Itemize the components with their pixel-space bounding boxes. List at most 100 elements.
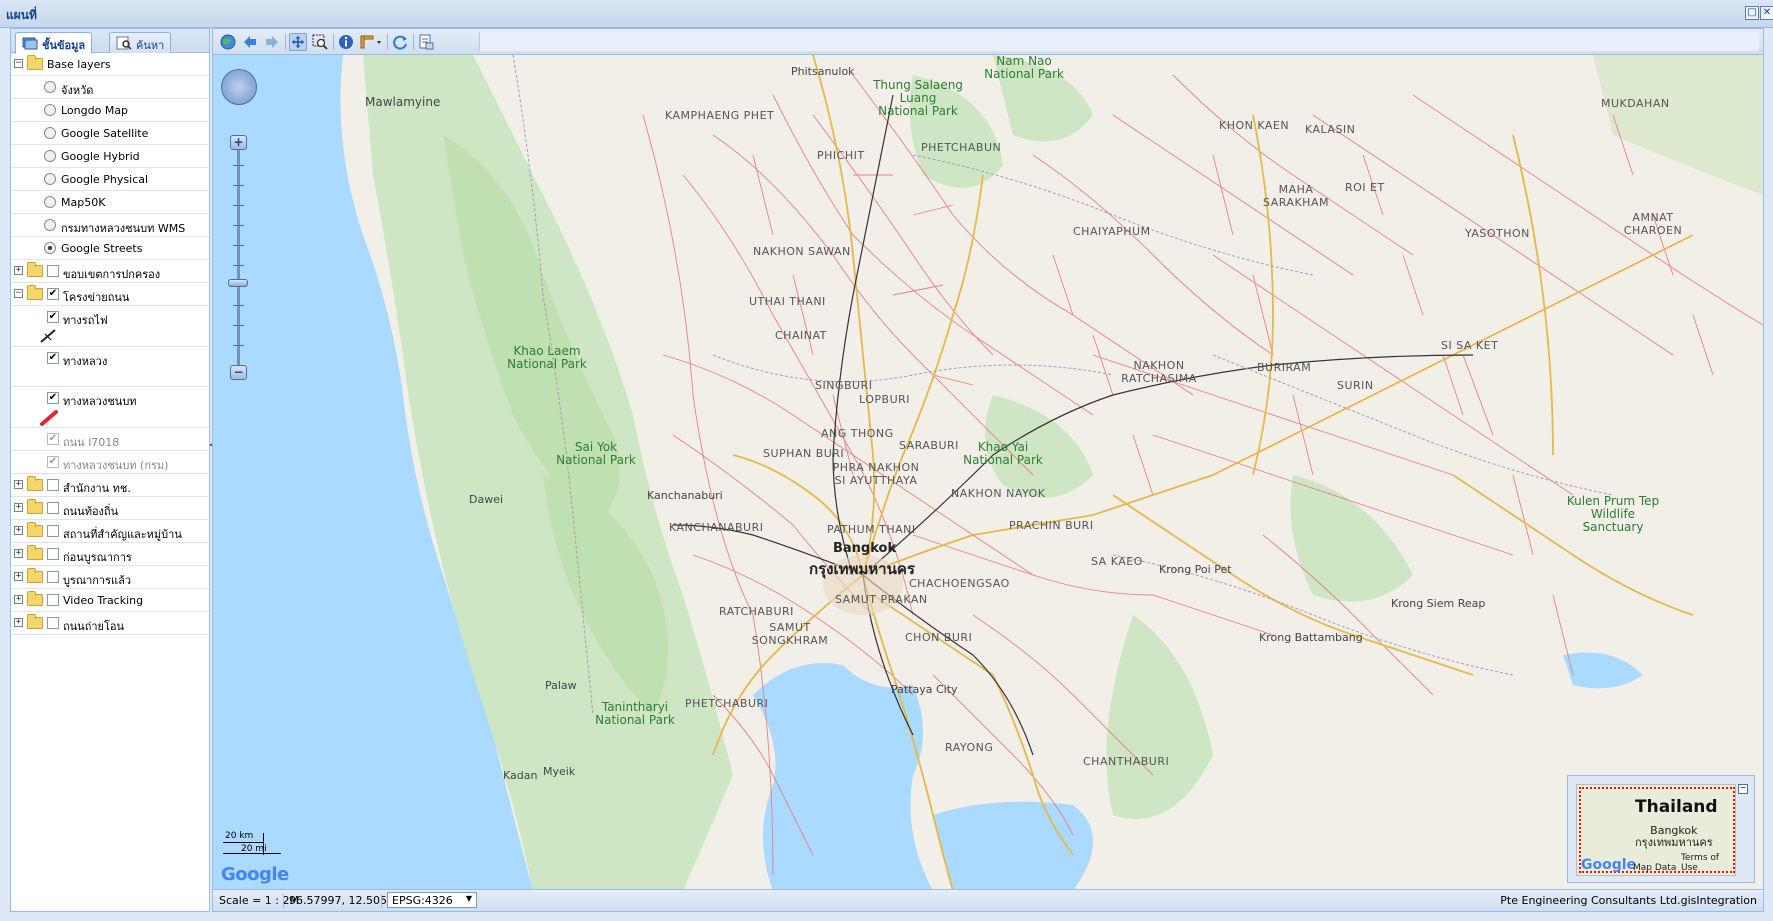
tree-node-group[interactable]: + Video Tracking bbox=[11, 589, 209, 612]
zoom-box-icon[interactable] bbox=[311, 33, 329, 51]
expand-toggle[interactable]: + bbox=[14, 618, 23, 627]
globe-icon[interactable] bbox=[219, 33, 237, 51]
base-layer-label: Longdo Map bbox=[61, 104, 129, 117]
radio-button[interactable] bbox=[44, 127, 56, 139]
radio-button[interactable] bbox=[44, 104, 56, 116]
zoom-in-button[interactable]: + bbox=[230, 135, 247, 150]
road-layer-highway[interactable]: ✔ ทางหลวง bbox=[11, 347, 209, 387]
back-arrow-icon[interactable] bbox=[241, 33, 259, 51]
radio-button[interactable] bbox=[44, 81, 56, 93]
tree-node-group[interactable]: + ถนนท้องถิ่น bbox=[11, 497, 209, 520]
layer-checkbox-checked[interactable]: ✔ bbox=[47, 288, 59, 300]
province-label: KAMPHAENG PHET bbox=[665, 109, 775, 122]
overview-minimize-button[interactable]: − bbox=[1738, 784, 1748, 794]
layer-checkbox-disabled[interactable]: ✔ bbox=[47, 456, 59, 468]
folder-icon bbox=[27, 499, 43, 514]
expand-toggle[interactable]: + bbox=[14, 480, 23, 489]
info-icon[interactable] bbox=[337, 33, 355, 51]
projection-select[interactable]: EPSG:4326 ▼ bbox=[387, 892, 477, 908]
expand-toggle[interactable]: + bbox=[14, 572, 23, 581]
road-layer-rural-dept[interactable]: ✔ ทางหลวงชนบท (กรม) bbox=[11, 451, 209, 474]
tab-layers[interactable]: ชั้นข้อมูล bbox=[15, 32, 93, 54]
map-data-link[interactable]: Map Data bbox=[1633, 863, 1676, 873]
radio-button[interactable] bbox=[44, 219, 56, 231]
layer-checkbox[interactable] bbox=[47, 548, 59, 560]
pan-icon[interactable] bbox=[289, 33, 307, 51]
road-layer-railway[interactable]: ✔ ทางรถไฟ bbox=[11, 306, 209, 347]
base-layer-item[interactable]: จังหวัด bbox=[11, 76, 209, 99]
layer-checkbox-checked[interactable]: ✔ bbox=[47, 311, 59, 323]
panel-tabs: ชั้นข้อมูล ค้นหา bbox=[11, 29, 209, 54]
print-icon[interactable] bbox=[417, 33, 435, 51]
base-layer-item-selected[interactable]: Google Streets bbox=[11, 237, 209, 260]
road-layer-l7018[interactable]: ✔ ถนน l7018 bbox=[11, 428, 209, 451]
tree-node-group[interactable]: + สถานที่สำคัญและหมู่บ้าน bbox=[11, 520, 209, 543]
layer-checkbox[interactable] bbox=[47, 265, 59, 277]
overview-map[interactable]: Thailand Bangkok กรุงเทพมหานคร Google Ma… bbox=[1567, 775, 1755, 883]
tree-node-road-network[interactable]: − ✔ โครงข่ายถนน bbox=[11, 283, 209, 306]
base-layer-item[interactable]: Google Hybrid bbox=[11, 145, 209, 168]
expand-toggle[interactable]: + bbox=[14, 549, 23, 558]
tree-node-label: Video Tracking bbox=[63, 594, 144, 607]
base-layer-label: กรมทางหลวงชนบท WMS bbox=[61, 222, 186, 235]
province-label: SUPHAN BURI bbox=[763, 447, 845, 460]
overview-map-canvas[interactable]: Thailand Bangkok กรุงเทพมหานคร Google Ma… bbox=[1576, 784, 1736, 876]
layer-checkbox-checked[interactable]: ✔ bbox=[47, 392, 59, 404]
projection-value: EPSG:4326 bbox=[392, 894, 453, 907]
layer-checkbox-checked[interactable]: ✔ bbox=[47, 352, 59, 364]
road-layer-label: ทางหลวง bbox=[63, 355, 108, 368]
expand-toggle[interactable]: + bbox=[14, 503, 23, 512]
layer-checkbox[interactable] bbox=[47, 502, 59, 514]
status-bar: Scale = 1 : 2M 96.57997, 12.50510 EPSG:4… bbox=[213, 889, 1763, 911]
expand-toggle[interactable]: + bbox=[14, 526, 23, 535]
city-label: Pattaya City bbox=[891, 683, 958, 696]
road-layer-rural-highway[interactable]: ✔ ทางหลวงชนบท bbox=[11, 387, 209, 428]
province-label: NAKHON RATCHASIMA bbox=[1121, 359, 1197, 385]
expand-toggle[interactable]: + bbox=[14, 595, 23, 604]
refresh-icon[interactable] bbox=[391, 33, 409, 51]
expand-toggle[interactable]: + bbox=[14, 266, 23, 275]
base-layer-label: Google Hybrid bbox=[61, 150, 140, 163]
tree-node-group[interactable]: + บูรณาการแล้ว bbox=[11, 566, 209, 589]
park-label: Thung Salaeng Luang National Park bbox=[873, 78, 963, 118]
tree-node-base-layers[interactable]: − Base layers bbox=[11, 53, 209, 76]
zoom-slider-handle[interactable] bbox=[228, 279, 248, 287]
base-layer-item[interactable]: Google Satellite bbox=[11, 122, 209, 145]
layer-checkbox[interactable] bbox=[47, 571, 59, 583]
maximize-button[interactable]: □ bbox=[1745, 6, 1759, 20]
collapse-toggle[interactable]: − bbox=[14, 59, 23, 68]
base-layer-item[interactable]: กรมทางหลวงชนบท WMS bbox=[11, 214, 209, 237]
forward-arrow-icon[interactable] bbox=[263, 33, 281, 51]
layer-checkbox[interactable] bbox=[47, 525, 59, 537]
folder-icon bbox=[27, 614, 43, 629]
layer-checkbox[interactable] bbox=[47, 479, 59, 491]
tree-node-admin-boundary[interactable]: + ขอบเขตการปกครอง bbox=[11, 260, 209, 283]
base-layer-item[interactable]: Map50K bbox=[11, 191, 209, 214]
measure-icon[interactable] bbox=[359, 33, 383, 51]
layer-checkbox-disabled[interactable]: ✔ bbox=[47, 433, 59, 445]
zoom-rail[interactable] bbox=[237, 135, 240, 365]
zoom-tick bbox=[233, 305, 244, 306]
pan-control[interactable] bbox=[221, 69, 257, 105]
base-layer-item[interactable]: Google Physical bbox=[11, 168, 209, 191]
close-button[interactable]: ✕ bbox=[1760, 6, 1773, 20]
radio-button[interactable] bbox=[44, 196, 56, 208]
radio-button[interactable] bbox=[44, 173, 56, 185]
tab-search[interactable]: ค้นหา bbox=[109, 32, 172, 53]
radio-button[interactable] bbox=[44, 150, 56, 162]
tree-node-group[interactable]: + สำนักงาน ทช. bbox=[11, 474, 209, 497]
province-label: ANG THONG bbox=[821, 427, 894, 440]
terms-of-use-link[interactable]: Terms of Use bbox=[1681, 853, 1735, 873]
layer-checkbox[interactable] bbox=[47, 594, 59, 606]
tree-node-group[interactable]: + ถนนถ่ายโอน bbox=[11, 612, 209, 635]
tree-node-group[interactable]: + ก่อนบูรณาการ bbox=[11, 543, 209, 566]
folder-icon bbox=[27, 568, 43, 583]
base-layer-item[interactable]: Longdo Map bbox=[11, 99, 209, 122]
collapse-toggle[interactable]: − bbox=[14, 289, 23, 298]
layer-checkbox[interactable] bbox=[47, 617, 59, 629]
zoom-out-button[interactable]: − bbox=[230, 365, 247, 380]
folder-icon bbox=[27, 262, 43, 277]
radio-button-selected[interactable] bbox=[44, 242, 56, 254]
map-canvas[interactable]: Bangkok กรุงเทพมหานคร Mawlamyine Phitsan… bbox=[213, 55, 1763, 891]
province-label: YASOTHON bbox=[1465, 227, 1530, 240]
